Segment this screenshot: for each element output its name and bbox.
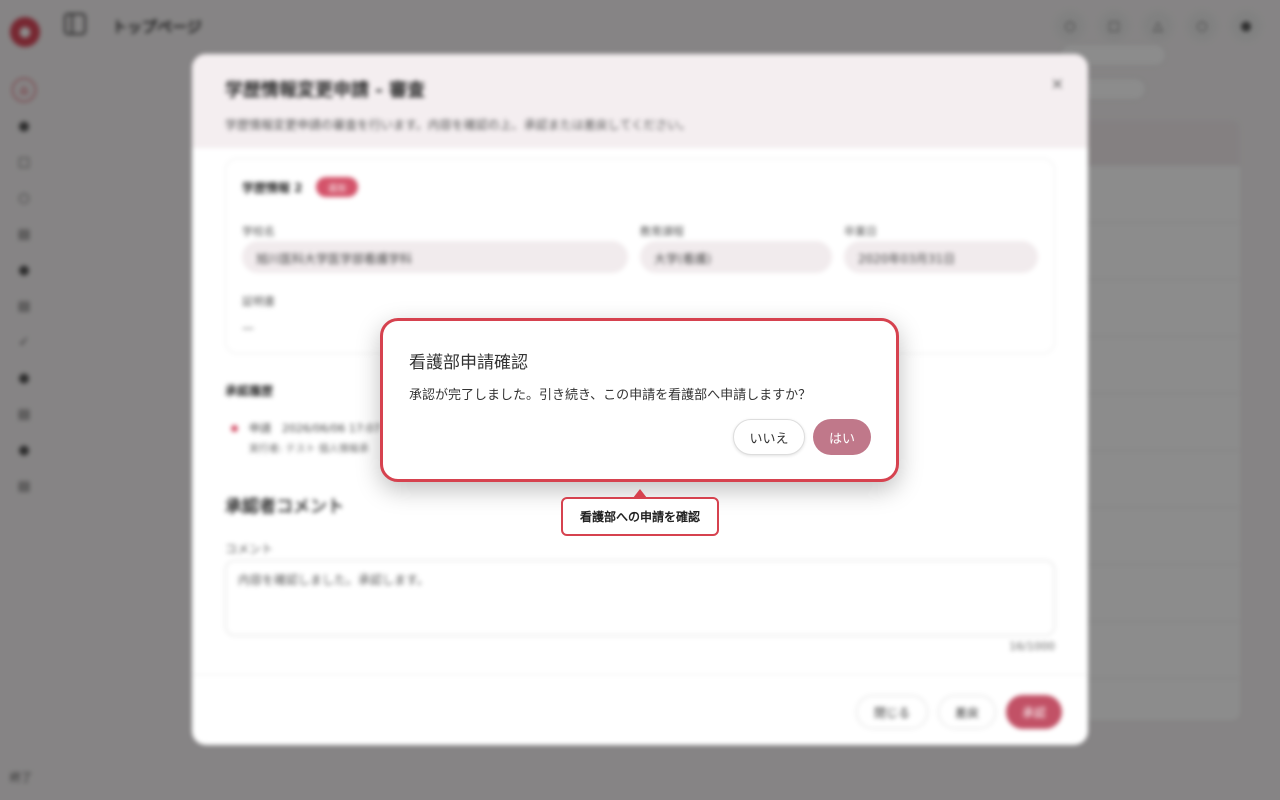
tooltip: 看護部への申請を確認 <box>561 497 719 536</box>
course-field: 大学(看護) <box>640 241 832 273</box>
graduation-field: 2020年03月31日 <box>844 241 1038 273</box>
course-label: 教育課程 <box>640 225 684 238</box>
history-label: 承認履歴 <box>225 384 274 398</box>
history-dot <box>231 425 238 432</box>
comment-label: コメント <box>225 542 274 556</box>
approve-button[interactable]: 承認 <box>1006 695 1062 729</box>
status-badge: 追加 <box>316 177 358 197</box>
confirm-message: 承認が完了しました。引き続き、この申請を看護部へ申請しますか？ <box>409 388 812 403</box>
certificate-value: — <box>242 321 254 335</box>
history-actor: 実行者: テスト 個人情報承 <box>249 444 369 455</box>
modal-description: 学歴情報変更申請の審査を行います。内容を確認の上、承認または差戻してください。 <box>225 118 692 132</box>
modal-header: 学歴情報変更申請 - 審査 学歴情報変更申請の審査を行います。内容を確認の上、承… <box>192 54 1088 148</box>
card-title: 学歴情報 2 <box>242 181 303 195</box>
comment-char-count: 16/1000 <box>1009 640 1055 653</box>
reject-button[interactable]: 差戻 <box>938 695 996 729</box>
history-entry: 申請 2026/06/06 17:07 <box>249 422 381 435</box>
comment-heading: 承認者コメント <box>225 497 344 517</box>
modal-footer: 閉じる 差戻 承認 <box>192 674 1088 745</box>
confirm-dialog: 看護部申請確認 承認が完了しました。引き続き、この申請を看護部へ申請しますか？ … <box>380 318 899 482</box>
confirm-title: 看護部申請確認 <box>409 353 528 373</box>
close-icon[interactable]: × <box>1051 74 1064 93</box>
yes-button[interactable]: はい <box>813 419 871 455</box>
close-button[interactable]: 閉じる <box>856 695 928 729</box>
certificate-label: 証明書 <box>242 295 275 308</box>
graduation-label: 卒業日 <box>844 225 877 238</box>
comment-input[interactable]: 内容を確認しました。承認します。 <box>225 560 1055 636</box>
modal-title: 学歴情報変更申請 - 審査 <box>225 80 426 101</box>
school-field: 旭川医科大学医学部看護学科 <box>242 241 628 273</box>
no-button[interactable]: いいえ <box>733 419 805 455</box>
school-label: 学校名 <box>242 225 275 238</box>
